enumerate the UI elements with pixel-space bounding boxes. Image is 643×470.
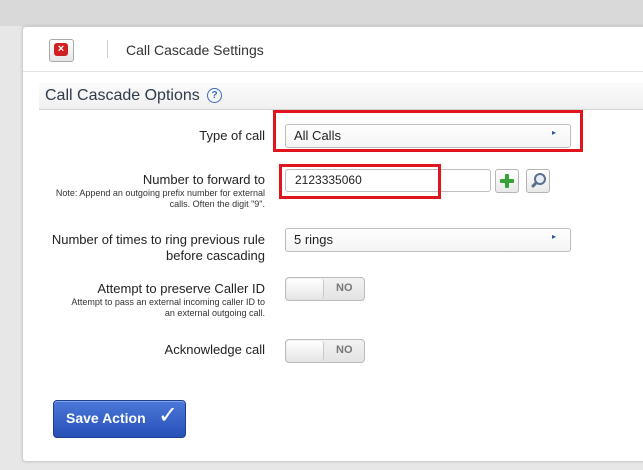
- ring-times-label: Number of times to ring previous rule be…: [51, 232, 265, 263]
- ring-times-value: 5 rings: [294, 232, 334, 247]
- toggle-state: NO: [336, 344, 353, 356]
- number-to-forward-input[interactable]: 2123335060: [285, 169, 491, 192]
- search-number-button[interactable]: [526, 169, 550, 193]
- toggle-state: NO: [336, 282, 353, 294]
- ring-times-select[interactable]: 5 rings ▸: [285, 228, 571, 252]
- preserve-caller-id-toggle[interactable]: NO: [285, 277, 365, 301]
- section-header: Call Cascade Options ?: [39, 83, 643, 110]
- acknowledge-call-label: Acknowledge call: [164, 342, 265, 357]
- type-of-call-value: All Calls: [294, 128, 341, 143]
- preserve-caller-id-label: Attempt to preserve Caller ID: [97, 281, 265, 296]
- select-arrow-icon: ▸: [551, 128, 556, 137]
- search-icon: [530, 172, 546, 189]
- header-divider: [107, 40, 108, 58]
- type-of-call-select[interactable]: All Calls ▸: [285, 124, 571, 148]
- number-to-forward-value: 2123335060: [295, 173, 362, 187]
- preserve-caller-id-note: Attempt to pass an external incoming cal…: [71, 297, 265, 318]
- settings-panel: × Call Cascade Settings Call Cascade Opt…: [22, 26, 643, 462]
- acknowledge-call-toggle[interactable]: NO: [285, 339, 365, 363]
- page-title: Call Cascade Settings: [126, 42, 264, 58]
- top-strip: [0, 0, 643, 26]
- select-arrow-icon: ▸: [551, 232, 556, 241]
- save-action-button[interactable]: Save Action ✓: [53, 400, 186, 438]
- close-icon: ×: [54, 43, 68, 56]
- add-number-button[interactable]: [495, 169, 519, 193]
- panel-header: × Call Cascade Settings: [23, 27, 643, 72]
- save-action-label: Save Action: [66, 410, 146, 426]
- type-of-call-label: Type of call: [199, 128, 265, 143]
- checkmark-icon: ✓: [158, 402, 179, 429]
- help-icon[interactable]: ?: [207, 88, 222, 103]
- toggle-knob: [287, 341, 324, 361]
- toggle-knob: [287, 279, 324, 299]
- plus-icon: [499, 173, 515, 189]
- number-to-forward-note: Note: Append an outgoing prefix number f…: [55, 188, 265, 209]
- close-button[interactable]: ×: [49, 39, 74, 62]
- section-title: Call Cascade Options: [45, 87, 200, 104]
- number-to-forward-label: Number to forward to: [142, 172, 265, 187]
